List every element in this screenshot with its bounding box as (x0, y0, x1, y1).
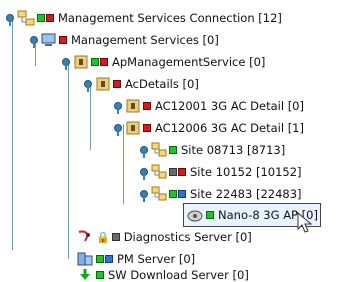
tree-node-diagnostics-server[interactable]: 🔒 Diagnostics Server [0] (76, 226, 252, 248)
status-disabled-icon (111, 233, 120, 241)
tree-node-label: AcDetails [0] (125, 77, 199, 91)
tree-node-label: Site 22483 [22483] (190, 187, 302, 201)
tree-node-pm-server[interactable]: PM Server [0] (76, 248, 195, 270)
status-red-icon (113, 80, 121, 88)
tree-branch-icon (17, 10, 35, 26)
mouse-cursor-icon (297, 211, 313, 237)
status-green-icon (96, 271, 104, 279)
tree-node-label: Management Services [0] (71, 33, 219, 47)
site-icon (151, 186, 167, 202)
tree-node-label: ApManagementService [0] (112, 55, 266, 69)
tree-toggle-icon[interactable] (138, 143, 148, 158)
tree-node-label: Site 08713 [8713] (181, 143, 286, 157)
status-green-icon (96, 255, 104, 263)
site-icon (151, 142, 167, 158)
lock-icon: 🔒 (96, 230, 110, 244)
tree-toggle-icon[interactable] (112, 99, 122, 114)
status-green-icon (169, 146, 177, 154)
status-green-icon (206, 211, 214, 219)
tree-node-label: AC12006 3G AC Detail [1] (155, 121, 304, 135)
tree-node-apmanagementservice[interactable]: ApManagementService [0] (60, 51, 265, 73)
tree-toggle-icon[interactable] (82, 77, 92, 92)
tree-connector (68, 64, 69, 259)
tree-node-label: SW Download Server [0] (108, 268, 249, 282)
tree-node-ac12001[interactable]: AC12001 3G AC Detail [0] (112, 95, 304, 117)
status-red-icon (46, 14, 54, 22)
tree-toggle-icon[interactable] (4, 11, 14, 26)
tree-node-site-22483[interactable]: Site 22483 [22483] (138, 183, 302, 205)
tree-node-ac12006[interactable]: AC12006 3G AC Detail [1] (112, 117, 304, 139)
ac-detail-icon (125, 98, 141, 114)
tree-node-label: AC12001 3G AC Detail [0] (155, 99, 304, 113)
tree-toggle-icon[interactable] (138, 187, 148, 202)
tree-view[interactable]: Management Services Connection [12] Mana… (0, 0, 354, 282)
status-red-icon (100, 58, 108, 66)
tree-node-management-services-connection[interactable]: Management Services Connection [12] (4, 7, 282, 29)
status-green-icon (37, 14, 45, 22)
access-point-icon (186, 207, 204, 223)
tree-node-label: Diagnostics Server [0] (123, 230, 252, 244)
tree-node-sw-download-server[interactable]: SW Download Server [0] (76, 268, 249, 282)
status-red-icon (143, 102, 151, 110)
tree-toggle-icon[interactable] (112, 121, 122, 136)
status-green-icon (91, 58, 99, 66)
download-icon (76, 268, 94, 282)
folder-icon (95, 76, 111, 92)
status-blue-icon (178, 190, 186, 198)
tree-node-site-08713[interactable]: Site 08713 [8713] (138, 139, 285, 161)
tree-node-label: PM Server [0] (117, 252, 196, 266)
site-icon (151, 164, 167, 180)
tree-connector (12, 20, 13, 250)
status-red-icon (178, 168, 186, 176)
server-icon (76, 251, 94, 267)
status-disabled-icon (169, 168, 177, 176)
diagnostics-icon (76, 229, 94, 245)
status-red-icon (143, 124, 151, 132)
status-red-icon (59, 36, 67, 44)
tree-node-label: Management Services Connection [12] (58, 11, 282, 25)
tree-connector (90, 86, 91, 150)
tree-node-label: Site 10152 [10152] (190, 165, 302, 179)
tree-toggle-icon[interactable] (60, 55, 70, 70)
ac-detail-icon (125, 120, 141, 136)
service-icon (73, 54, 89, 70)
status-blue-icon (105, 255, 113, 263)
computer-icon (41, 32, 57, 48)
status-green-icon (169, 190, 177, 198)
tree-toggle-icon[interactable] (138, 165, 148, 180)
tree-node-acdetails[interactable]: AcDetails [0] (82, 73, 199, 95)
tree-node-site-10152[interactable]: Site 10152 [10152] (138, 161, 302, 183)
tree-node-management-services[interactable]: Management Services [0] (28, 29, 219, 51)
tree-toggle-icon[interactable] (28, 33, 38, 48)
